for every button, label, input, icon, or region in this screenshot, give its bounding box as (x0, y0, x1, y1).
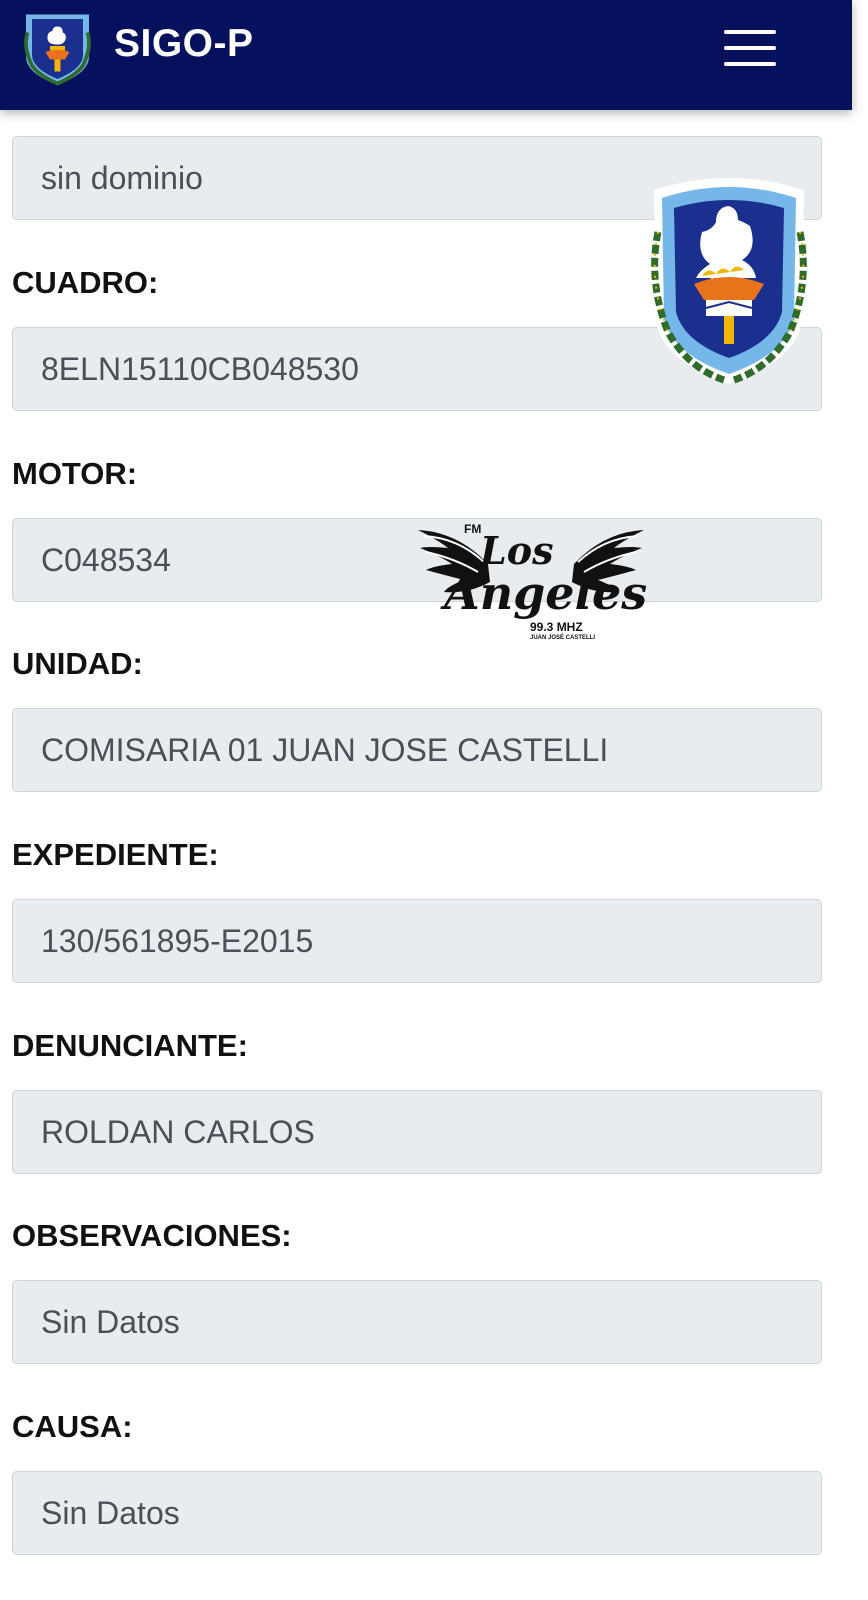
radio-name-line2: Angeles (444, 566, 648, 620)
unidad-label: UNIDAD: (12, 646, 143, 681)
top-navbar: SIGO-P (0, 0, 852, 110)
unidad-field[interactable]: COMISARIA 01 JUAN JOSE CASTELLI (12, 708, 822, 792)
motor-label: MOTOR: (12, 456, 138, 491)
menu-bar-middle (724, 46, 776, 50)
denunciante-field[interactable]: ROLDAN CARLOS (12, 1090, 822, 1174)
motor-field[interactable]: C048534 (12, 518, 822, 602)
app-title[interactable]: SIGO-P (114, 22, 254, 66)
denunciante-label: DENUNCIANTE: (12, 1028, 248, 1063)
radio-station-watermark: FM Los Angeles 99.3 MHZ JUAN JOSÉ CASTEL… (418, 522, 648, 657)
expediente-label: EXPEDIENTE: (12, 837, 219, 872)
hamburger-menu-icon[interactable] (718, 24, 780, 72)
menu-bar-top (724, 30, 776, 34)
causa-label: CAUSA: (12, 1409, 133, 1444)
observaciones-label: OBSERVACIONES: (12, 1218, 292, 1253)
police-shield-watermark-icon (651, 178, 807, 384)
expediente-field[interactable]: 130/561895-E2015 (12, 899, 822, 983)
radio-prefix: FM (464, 522, 482, 536)
radio-frequency: 99.3 MHZ (530, 620, 583, 634)
menu-bar-bottom (724, 62, 776, 66)
police-shield-logo-icon (24, 14, 91, 86)
observaciones-field[interactable]: Sin Datos (12, 1280, 822, 1364)
cuadro-label: CUADRO: (12, 265, 159, 300)
radio-town: JUAN JOSÉ CASTELLI (530, 635, 596, 641)
causa-field[interactable]: Sin Datos (12, 1471, 822, 1555)
